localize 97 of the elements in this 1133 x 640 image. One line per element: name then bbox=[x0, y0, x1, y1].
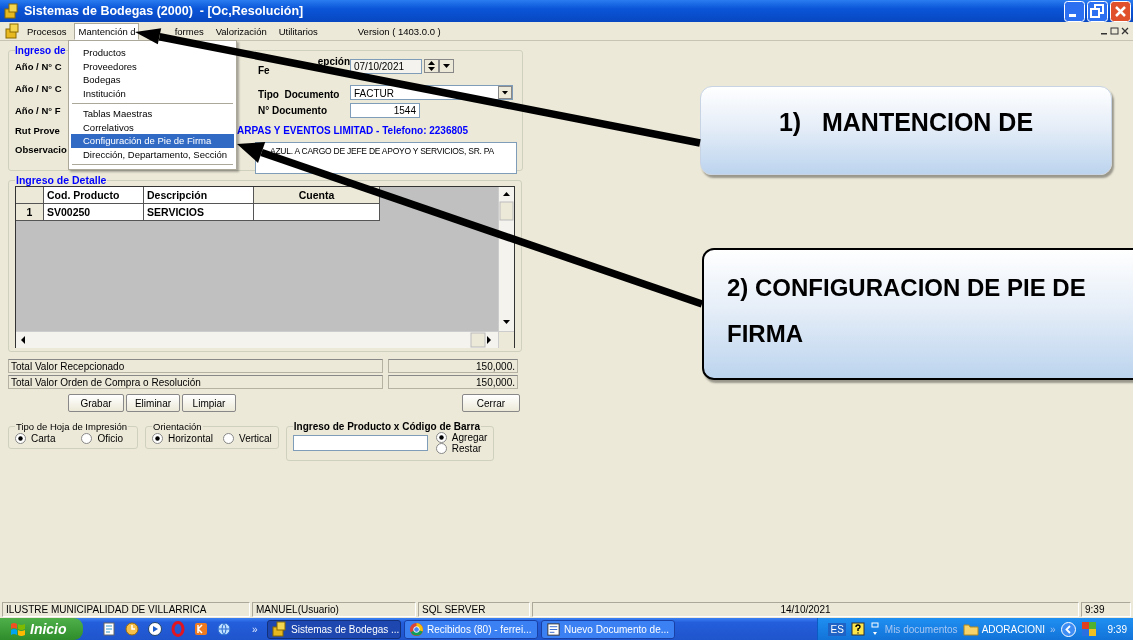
radio-button[interactable] bbox=[435, 443, 447, 454]
radio-label[interactable]: Carta bbox=[31, 433, 56, 444]
field-label: Tipo Documento bbox=[258, 89, 340, 100]
menu-item[interactable]: Productos bbox=[71, 46, 136, 60]
field-label: Año / N° C bbox=[15, 60, 62, 72]
notepad-icon[interactable] bbox=[101, 621, 117, 637]
toolbar-icon[interactable] bbox=[869, 621, 880, 637]
group-title: Ingreso de bbox=[15, 45, 66, 56]
folder-icon bbox=[962, 622, 979, 636]
column-header[interactable]: Cod. Producto bbox=[44, 187, 144, 204]
radio-button[interactable] bbox=[152, 433, 163, 444]
radio-label[interactable]: Restar bbox=[451, 443, 482, 454]
menu-item[interactable]: Tablas Maestras bbox=[71, 107, 163, 121]
total-value: 150,000. bbox=[388, 359, 518, 373]
radio-label[interactable]: Oficio bbox=[97, 433, 123, 444]
menu-item[interactable]: Configuración de Pie de Firma bbox=[71, 134, 234, 148]
action-button[interactable]: Grabar bbox=[68, 394, 124, 412]
status-panel: 14/10/2021 bbox=[532, 602, 1079, 617]
taskbar-button[interactable]: Sistemas de Bodegas ... bbox=[267, 619, 401, 639]
menu-item[interactable]: Correlativos bbox=[71, 120, 144, 134]
notes-field[interactable]: AZUL. A CARGO DE JEFE DE APOYO Y SERVICIOS, SR. PA bbox=[255, 142, 517, 174]
windows-logo-icon bbox=[10, 621, 26, 637]
browser-icon bbox=[409, 621, 424, 637]
version-label: Version ( 1403.0.0 ) bbox=[357, 25, 441, 37]
field-label: Rut Prove bbox=[15, 124, 60, 136]
group-title: Orientación bbox=[152, 421, 203, 432]
document-icon bbox=[546, 621, 561, 637]
radio-label[interactable]: Agregar bbox=[451, 432, 488, 443]
status-panel: ILUSTRE MUNICIPALIDAD DE VILLARRICA bbox=[2, 602, 250, 617]
menu-item[interactable]: Bodegas bbox=[71, 73, 131, 87]
horizontal-scrollbar[interactable] bbox=[16, 331, 498, 348]
header-cell bbox=[16, 187, 44, 204]
vertical-scrollbar[interactable] bbox=[498, 187, 514, 331]
action-button[interactable]: Limpiar bbox=[182, 394, 236, 412]
field-label: Observacio bbox=[15, 144, 67, 155]
menu-item[interactable]: Procesos bbox=[22, 22, 72, 40]
menu-item[interactable]: Proveedores bbox=[71, 59, 147, 73]
square-logo-icon[interactable] bbox=[193, 621, 209, 637]
table-cell: SV00250 bbox=[44, 204, 144, 221]
taskbar-button[interactable]: Nuevo Documento de... bbox=[541, 619, 675, 639]
column-header[interactable]: Descripción bbox=[144, 187, 254, 204]
input-field[interactable]: 1544 bbox=[350, 102, 420, 118]
language-indicator[interactable]: ES bbox=[828, 622, 846, 636]
radio-label[interactable]: Vertical bbox=[239, 433, 272, 444]
close-button[interactable] bbox=[1110, 0, 1131, 22]
radio-button[interactable] bbox=[435, 432, 447, 443]
tray-app-icon[interactable] bbox=[1080, 621, 1097, 637]
group-title: Ingreso de Detalle bbox=[15, 174, 108, 186]
table-cell: SERVICIOS bbox=[144, 204, 254, 221]
menu-item[interactable]: Valorización bbox=[210, 22, 272, 40]
field-label: epción bbox=[317, 56, 350, 67]
barcode-field[interactable] bbox=[292, 435, 428, 451]
clock: 9:39 bbox=[1107, 623, 1127, 635]
action-button[interactable]: Eliminar bbox=[126, 394, 180, 412]
status-panel: 9:39 bbox=[1081, 602, 1131, 617]
radio-button[interactable] bbox=[15, 433, 26, 444]
restore-button[interactable] bbox=[1087, 0, 1108, 22]
help-icon[interactable] bbox=[850, 621, 865, 637]
status-panel: SQL SERVER bbox=[418, 602, 530, 617]
media-player-icon[interactable] bbox=[147, 621, 163, 637]
app-icon bbox=[272, 621, 288, 637]
callout-text: 2) CONFIGURACION DE PIE DE FIRMA bbox=[727, 273, 1087, 349]
group-title: Tipo de Hoja de Impresión bbox=[15, 421, 129, 432]
radio-button[interactable] bbox=[223, 433, 235, 444]
menu-item[interactable]: Institución bbox=[71, 86, 136, 100]
group-title: Ingreso de Producto x Código de Barra bbox=[292, 421, 481, 432]
field-label: N° Documento bbox=[258, 104, 327, 116]
callout-text: 1) MANTENCION DE bbox=[778, 107, 1034, 138]
window-title: Sistemas de Bodegas (2000) - [Oc,Resolución] bbox=[24, 4, 304, 18]
total-label: Total Valor Orden de Compra o Resolución bbox=[8, 375, 383, 389]
menu-item[interactable]: Dirección, Departamento, Sección bbox=[71, 147, 238, 161]
menu-item[interactable]: Utilitarios bbox=[273, 22, 323, 40]
supplier-info: ARPAS Y EVENTOS LIMITAD - Telefono: 2236805 bbox=[237, 124, 469, 136]
radio-label[interactable]: Horizontal bbox=[168, 433, 214, 444]
taskbar-button[interactable]: Recibidos (80) - ferrei... bbox=[404, 619, 538, 639]
date-field[interactable]: 07/10/2021 bbox=[350, 58, 422, 74]
more-button[interactable]: » bbox=[252, 623, 264, 635]
folder-button[interactable]: ADORACIONI bbox=[962, 622, 1045, 636]
app-icon bbox=[4, 3, 20, 19]
radio-button[interactable] bbox=[81, 433, 93, 444]
status-panel: MANUEL(Usuario) bbox=[252, 602, 416, 617]
minimize-button[interactable] bbox=[1064, 0, 1085, 22]
close-form-button[interactable]: Cerrar bbox=[462, 394, 520, 412]
globe-icon[interactable] bbox=[216, 621, 232, 637]
chevron-icon[interactable] bbox=[1060, 621, 1076, 637]
field-label: Año / N° F bbox=[15, 104, 61, 116]
spin-dropdown-icon[interactable] bbox=[424, 59, 454, 73]
app-icon bbox=[5, 23, 21, 39]
column-header[interactable]: Cuenta bbox=[254, 187, 380, 204]
field-label: Año / N° C bbox=[15, 82, 62, 94]
menu-item[interactable]: formes bbox=[169, 22, 209, 40]
total-value: 150,000. bbox=[388, 375, 518, 389]
menu-item[interactable]: Mantención d bbox=[73, 22, 139, 40]
row-number: 1 bbox=[16, 204, 44, 221]
field-label: Fe bbox=[258, 65, 270, 76]
total-label: Total Valor Recepcionado bbox=[8, 359, 383, 373]
clock-icon[interactable] bbox=[124, 621, 140, 637]
